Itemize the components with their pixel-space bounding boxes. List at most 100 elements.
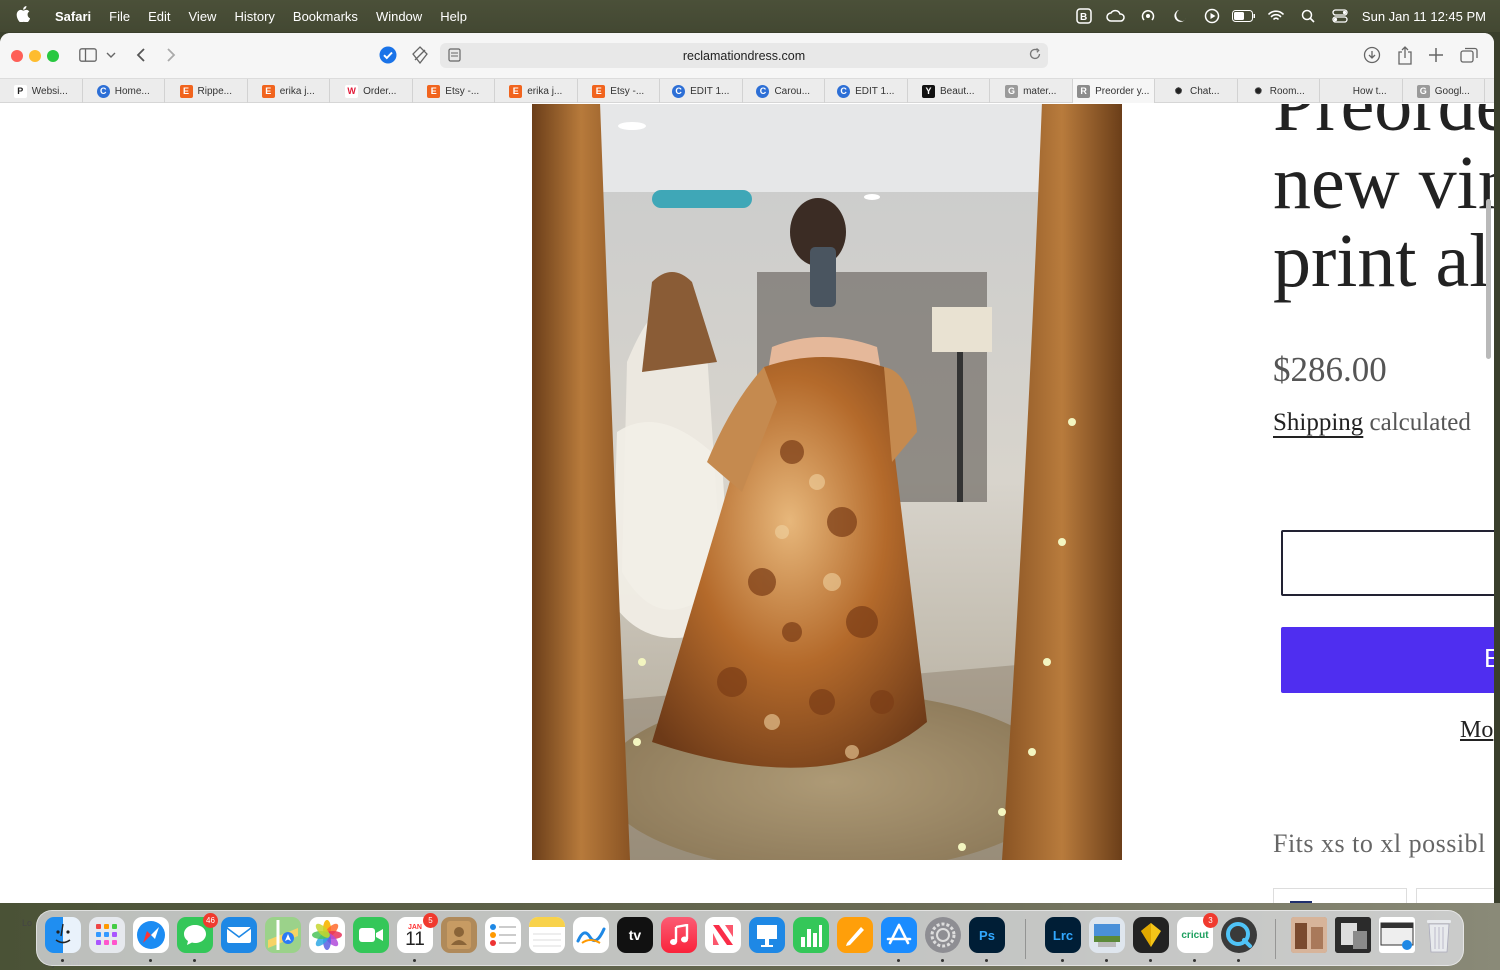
calendar-icon[interactable]: JAN 11 5 [397,913,438,953]
browser-tab[interactable]: E Rippe... [165,79,248,103]
browser-tab[interactable]: ✺ Room... [1238,79,1320,103]
airdrop-icon[interactable] [1132,6,1164,26]
apple-tv-icon[interactable]: tv [617,917,653,953]
browser-tab[interactable]: C EDIT 1... [825,79,908,103]
facetime-icon[interactable] [353,917,389,953]
sidebar-toggle-icon[interactable] [78,43,98,67]
browser-tab[interactable]: C EDIT 1... [660,79,743,103]
menu-view[interactable]: View [180,9,226,24]
browser-tab[interactable]: E Etsy -... [413,79,495,103]
launchpad-icon[interactable] [89,917,125,953]
address-bar[interactable]: reclamationdress.com [440,43,1048,68]
browser-tab[interactable]: G Googl... [1403,79,1485,103]
apple-menu-icon[interactable] [0,6,46,26]
browser-tab[interactable]: R Preorder y... [1072,79,1155,103]
browser-tab[interactable]: Eerika j... [248,79,330,103]
keynote-icon[interactable] [749,917,785,953]
url-text[interactable]: reclamationdress.com [683,49,805,63]
finder-icon[interactable] [45,917,81,953]
product-title-line: Preorde [1273,104,1494,147]
browser-tab[interactable]: Eerika j... [495,79,578,103]
running-indicator [1105,959,1108,962]
preview-icon[interactable] [1089,917,1125,953]
shipping-link[interactable]: Shipping [1273,409,1363,436]
spotlight-icon[interactable] [1292,6,1324,26]
tab-group-chevron-icon[interactable] [104,43,118,67]
menu-file[interactable]: File [100,9,139,24]
tab-label: erika j... [527,85,563,97]
back-button[interactable] [132,43,150,67]
menu-history[interactable]: History [225,9,283,24]
browser-tab[interactable]: Gmater... [990,79,1073,103]
moon-icon[interactable] [1164,6,1196,26]
control-center-icon[interactable] [1324,6,1356,26]
sketch-app-icon[interactable] [1133,917,1169,953]
play-icon[interactable] [1196,6,1228,26]
tab-label: Room... [1269,85,1305,97]
browser-tab[interactable]: P Websi... [0,79,83,103]
minimize-window-button[interactable] [29,50,41,62]
downloads-stack-icon[interactable] [1335,917,1371,953]
product-thumbnail[interactable] [1273,888,1407,903]
downloads-icon[interactable] [1362,43,1382,67]
menu-window[interactable]: Window [367,9,431,24]
zoom-window-button[interactable] [47,50,59,62]
page-menu-icon[interactable] [448,48,461,62]
buy-button[interactable]: E [1281,627,1494,693]
grammarly-icon[interactable]: B [1068,6,1100,26]
freeform-icon[interactable] [573,917,609,953]
menu-help[interactable]: Help [431,9,476,24]
reminders-icon[interactable] [485,917,521,953]
photoshop-icon[interactable]: Ps [969,917,1005,953]
wifi-icon[interactable] [1260,6,1292,26]
product-photo[interactable] [532,104,1122,860]
running-indicator [61,959,64,962]
numbers-icon[interactable] [793,917,829,953]
screenshot-stack-icon[interactable] [1379,917,1415,953]
new-tab-icon[interactable] [1426,43,1446,67]
cricut-icon[interactable]: cricut 3 [1177,913,1218,953]
browser-tab[interactable]: C Home... [83,79,165,103]
messages-icon[interactable]: 46 [177,913,218,953]
trash-icon[interactable] [1421,917,1457,953]
mail-icon[interactable] [221,917,257,953]
browser-tab[interactable]: W Order... [330,79,413,103]
browser-tab[interactable]: C Carou... [743,79,825,103]
quicktime-icon[interactable] [1221,917,1257,953]
menubar-clock[interactable]: Sun Jan 11 12:45 PM [1356,9,1486,24]
maps-icon[interactable] [265,917,301,953]
dock-separator [1275,919,1276,959]
menu-app-name[interactable]: Safari [46,9,100,24]
forward-button[interactable] [162,43,180,67]
browser-tab[interactable]: ✺ Chat... [1155,79,1238,103]
more-payment-options-link[interactable]: Mo [1460,717,1493,744]
creative-cloud-icon[interactable] [1100,6,1132,26]
password-extension-icon[interactable] [378,43,398,67]
share-icon[interactable] [1395,43,1415,67]
app-store-icon[interactable] [881,917,917,953]
pages-icon[interactable] [837,917,873,953]
privacy-report-icon[interactable] [410,43,430,67]
quantity-input[interactable] [1281,530,1494,596]
page-scrollbar[interactable] [1486,199,1491,359]
tab-overview-icon[interactable] [1459,43,1479,67]
browser-tab[interactable]: How t... [1320,79,1403,103]
recent-photo-stack-icon[interactable] [1291,917,1327,953]
product-description: Fits xs to xl possibl [1273,829,1486,858]
system-settings-icon[interactable] [925,917,961,953]
safari-icon[interactable] [133,917,169,953]
music-icon[interactable] [661,917,697,953]
menu-bookmarks[interactable]: Bookmarks [284,9,367,24]
battery-icon[interactable] [1228,6,1260,26]
menu-edit[interactable]: Edit [139,9,179,24]
lightroom-classic-icon[interactable]: Lrc [1045,917,1081,953]
browser-tab[interactable]: Y Beaut... [908,79,990,103]
contacts-icon[interactable] [441,917,477,953]
photos-icon[interactable] [309,917,345,953]
browser-tab[interactable]: E Etsy -... [578,79,660,103]
reload-icon[interactable] [1028,47,1042,61]
product-thumbnail[interactable] [1416,888,1494,903]
close-window-button[interactable] [11,50,23,62]
news-icon[interactable] [705,917,741,953]
notes-icon[interactable] [529,917,565,953]
